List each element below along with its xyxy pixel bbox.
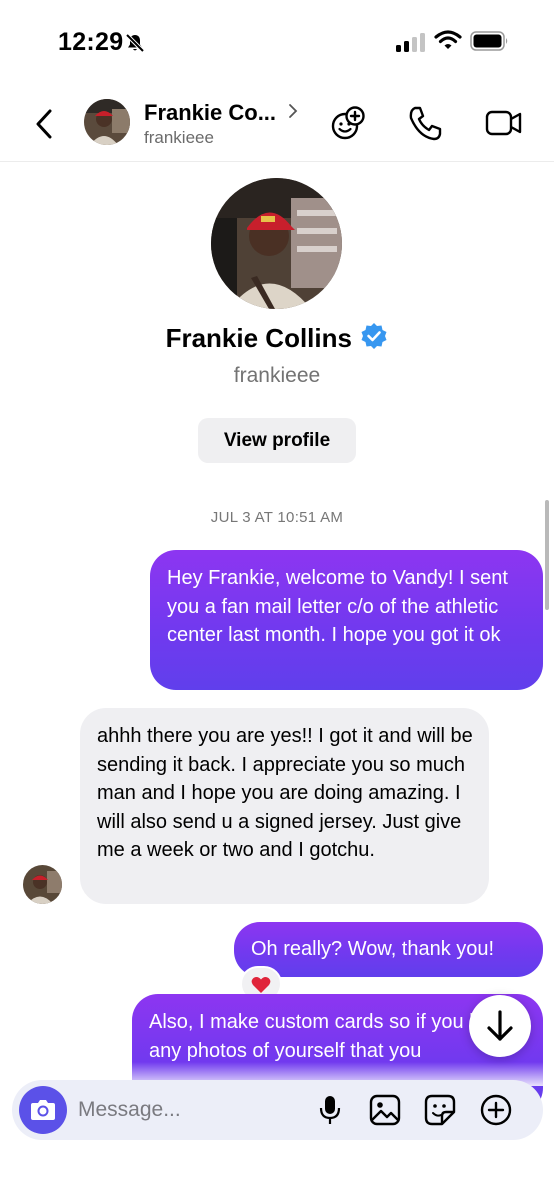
scroll-to-bottom-button[interactable] — [469, 995, 531, 1057]
avatar[interactable] — [23, 865, 62, 904]
arrow-down-icon — [487, 1010, 513, 1041]
scrollbar[interactable] — [545, 500, 549, 610]
profile-avatar[interactable] — [211, 178, 342, 309]
battery-icon — [470, 31, 510, 56]
wifi-icon — [434, 29, 462, 56]
profile-name-row: Frankie Collins — [0, 322, 554, 355]
sticker-icon[interactable] — [423, 1093, 457, 1132]
cellular-signal-icon — [396, 32, 426, 57]
outgoing-message[interactable]: Hey Frankie, welcome to Vandy! I sent yo… — [150, 550, 543, 690]
profile-handle: frankieee — [233, 364, 321, 387]
view-profile-button[interactable]: View profile — [198, 418, 356, 463]
chevron-right-icon[interactable] — [287, 102, 299, 125]
profile-name: Frankie Collins — [165, 323, 352, 353]
status-bar: 12:29 — [0, 0, 554, 84]
status-time: 12:29 — [58, 28, 124, 56]
image-icon[interactable] — [368, 1093, 402, 1132]
plus-circle-icon[interactable] — [479, 1093, 513, 1132]
phone-icon[interactable] — [407, 104, 443, 147]
message-input[interactable] — [78, 1092, 298, 1128]
bell-slash-icon — [124, 32, 146, 59]
incoming-message[interactable]: ahhh there you are yes!! I got it and wi… — [80, 708, 489, 904]
add-people-icon[interactable] — [329, 104, 367, 147]
back-chevron-icon[interactable] — [30, 106, 60, 142]
chat-header: Frankie Co... frankieee — [0, 84, 554, 162]
message-composer — [12, 1080, 543, 1140]
camera-icon[interactable] — [19, 1086, 67, 1134]
header-contact-name[interactable]: Frankie Co... — [144, 100, 276, 126]
video-icon[interactable] — [484, 104, 524, 147]
microphone-icon[interactable] — [315, 1093, 345, 1132]
message-timestamp: JUL 3 AT 10:51 AM — [210, 509, 344, 526]
outgoing-message[interactable]: Oh really? Wow, thank you! — [234, 922, 543, 977]
avatar[interactable] — [84, 99, 130, 145]
header-contact-handle: frankieee — [144, 128, 214, 147]
verified-badge-icon — [360, 322, 388, 355]
